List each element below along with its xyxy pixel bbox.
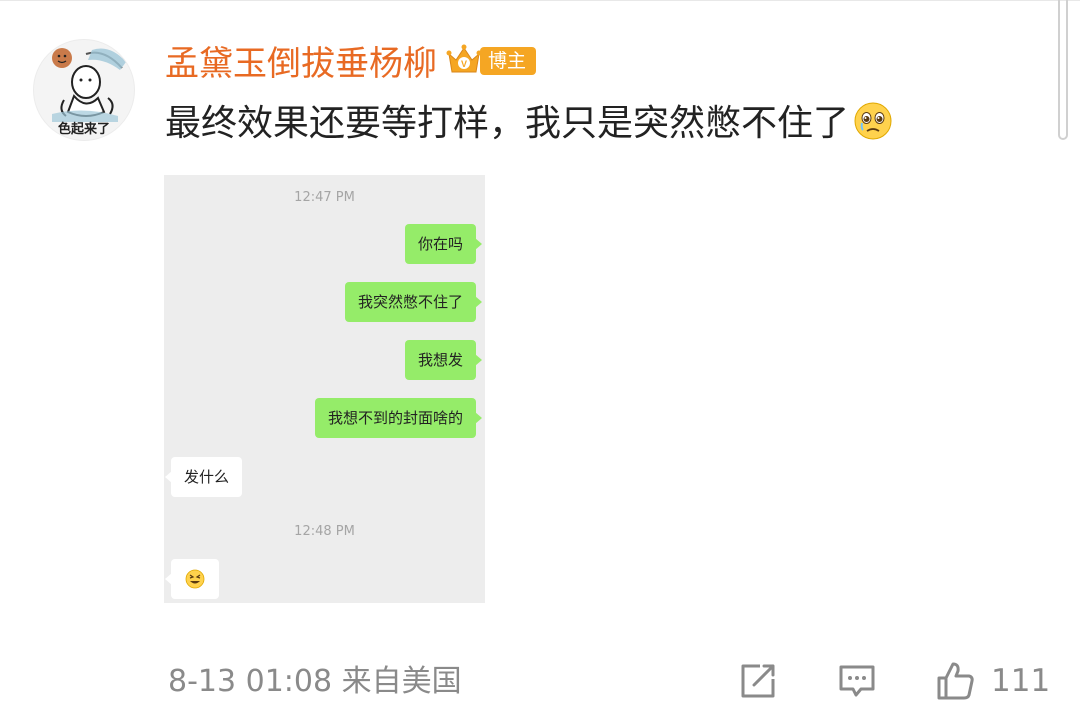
chat-timestamp: 12:48 PM (294, 524, 355, 539)
comment-text: 最终效果还要等打样，我只是突然憋不住了 (165, 98, 893, 150)
avatar[interactable]: 色起来了 (33, 39, 135, 141)
comment-meta: 8-13 01:08 来自美国 (168, 664, 462, 699)
like-count: 111 (991, 663, 1051, 699)
author-name[interactable]: 孟黛玉倒拔垂杨柳 (165, 40, 437, 88)
share-button[interactable] (738, 658, 778, 704)
crying-face-icon (854, 102, 892, 140)
badge-label: 博主 (480, 47, 537, 75)
comment-body: 最终效果还要等打样，我只是突然憋不住了 (165, 103, 850, 144)
chat-bubble-sent: 我想不到的封面啥的 (314, 398, 483, 438)
top-divider (0, 0, 1080, 1)
scrollbar[interactable] (1058, 0, 1068, 140)
like-button[interactable]: 111 (935, 658, 1050, 704)
thumbs-up-icon (937, 662, 974, 700)
crown-icon: V (446, 44, 482, 73)
blogger-badge: V 博主 (446, 44, 537, 78)
chat-bubble-sent: 你在吗 (404, 224, 483, 264)
comment-icon (839, 665, 875, 697)
chat-bubble-sent: 我突然憋不住了 (344, 282, 483, 322)
chat-timestamp: 12:47 PM (294, 190, 355, 205)
avatar-caption: 色起来了 (57, 122, 110, 137)
share-icon (741, 664, 775, 698)
svg-text:V: V (461, 59, 467, 69)
reply-button[interactable] (837, 658, 877, 704)
chat-screenshot-image[interactable]: 12:47 PM 你在吗 我突然憋不住了 我想发 我想不到的封面啥的 发什么 1… (164, 175, 485, 603)
chat-bubble-received (165, 559, 219, 599)
chat-bubble-sent: 我想发 (404, 340, 483, 380)
grinning-squint-emoji-icon (185, 569, 205, 589)
chat-bubble-received: 发什么 (164, 457, 243, 497)
